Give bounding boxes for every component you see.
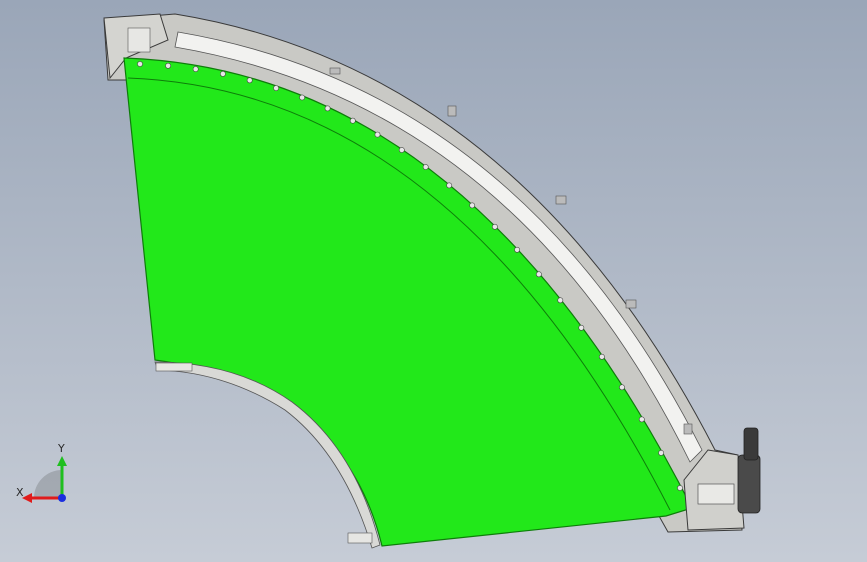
graphics-viewport[interactable]: X Y bbox=[0, 0, 867, 562]
belt-bolt bbox=[299, 94, 305, 101]
belt-bolt bbox=[273, 85, 279, 91]
belt-bolt bbox=[514, 246, 520, 253]
belt-bolt bbox=[578, 324, 585, 331]
y-axis-label: Y bbox=[57, 442, 65, 455]
belt-bolt bbox=[536, 271, 542, 278]
gear-motor-icon[interactable] bbox=[737, 454, 761, 514]
x-axis-label: X bbox=[16, 486, 24, 499]
belt-bolt bbox=[165, 62, 171, 69]
motor-terminal-box bbox=[743, 427, 759, 461]
belt-bolt bbox=[491, 223, 498, 230]
belt-bolt bbox=[192, 66, 199, 72]
belt-bolt bbox=[658, 449, 664, 456]
belt-bolt bbox=[446, 182, 453, 189]
z-axis-dot bbox=[58, 494, 66, 502]
belt-bolt bbox=[324, 105, 331, 112]
drive-shaft-cover bbox=[697, 483, 735, 505]
belt-bolt bbox=[422, 164, 429, 170]
belt-bolt bbox=[619, 384, 625, 391]
triad-quadrant bbox=[34, 470, 62, 498]
belt-bolt bbox=[349, 117, 356, 124]
belt-bolt bbox=[219, 71, 226, 77]
belt-bolt bbox=[557, 297, 564, 304]
belt-bolt bbox=[638, 416, 645, 423]
coordinate-triad: X Y bbox=[16, 442, 67, 503]
end-cap-plate bbox=[127, 27, 151, 53]
belt-bolt bbox=[246, 77, 253, 84]
y-axis-arrowhead bbox=[57, 456, 67, 466]
cad-scene[interactable]: X Y bbox=[0, 0, 867, 562]
belt-bolt bbox=[137, 61, 143, 67]
belt-bolt bbox=[599, 353, 605, 360]
belt-bolt bbox=[469, 202, 476, 209]
belt-bolt bbox=[677, 485, 683, 491]
inner-guard-bracket bbox=[155, 362, 193, 372]
inner-guard-foot bbox=[347, 532, 373, 544]
belt-bolt bbox=[374, 131, 381, 138]
belt-bolt bbox=[398, 147, 405, 153]
